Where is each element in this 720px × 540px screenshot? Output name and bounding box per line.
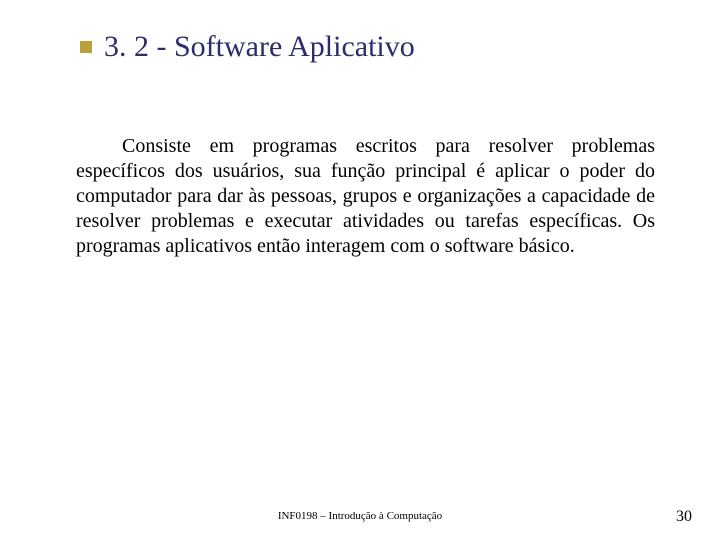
title-bullet-icon (80, 41, 92, 53)
slide-title: 3. 2 - Software Aplicativo (104, 30, 415, 64)
slide-body: Consiste em programas escritos para reso… (76, 134, 655, 259)
title-row: 3. 2 - Software Aplicativo (80, 30, 665, 64)
page-number: 30 (676, 508, 692, 526)
slide-footer: INF0198 – Introdução à Computação (0, 510, 720, 522)
slide-container: 3. 2 - Software Aplicativo Consiste em p… (0, 0, 720, 540)
